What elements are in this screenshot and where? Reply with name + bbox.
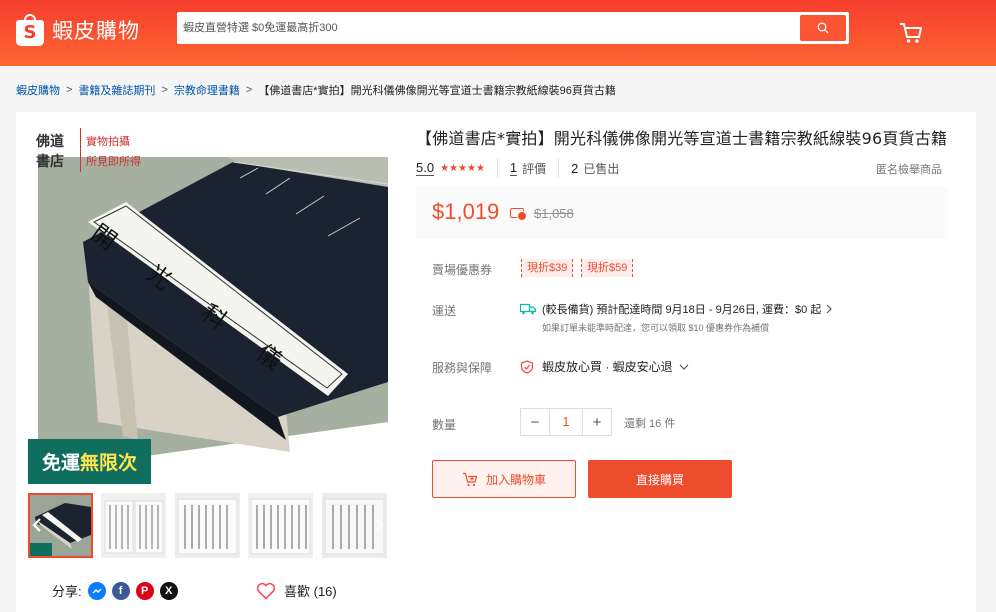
report-link[interactable]: 匿名檢舉商品 [876,161,942,177]
add-cart-icon [462,472,478,486]
reviews-count[interactable]: 1 [509,160,518,176]
truck-icon [520,303,536,315]
chevron-left-icon [32,518,41,532]
logo-text: 蝦皮購物 [52,19,140,43]
shipping-label: 運送 [432,304,457,318]
heart-icon [256,582,276,600]
authentic-note: 實物拍攝 所見即所得 [86,135,141,168]
product-main-image[interactable]: 佛道 書店 實物拍攝 所見即所得 開 光 科 儀 [28,122,388,482]
product-title: 【佛道書店*實拍】開光科儀佛像開光等宣道士書籍宗教紙線裝96頁貨古籍 [416,129,948,148]
add-to-cart-button[interactable]: 加入購物車 [432,460,576,498]
rating-stars-icon: ★★★★★ [440,162,485,174]
guarantee-dropdown[interactable]: 蝦皮放心買 · 蝦皮安心退 [520,358,689,375]
original-price: $1,058 [534,206,574,221]
quantity-stepper: − 1 + [520,408,612,436]
messenger-icon[interactable] [87,581,106,600]
share-row: 分享: f P X [52,581,184,600]
chevron-down-icon [679,364,689,370]
breadcrumb-home[interactable]: 蝦皮購物 [16,82,60,98]
sold-count: 2 [571,160,579,176]
thumbnail-prev-button[interactable] [28,511,46,539]
quantity-label: 數量 [432,418,457,432]
facebook-icon[interactable]: f [111,581,130,600]
discount-tag-icon [510,208,527,221]
voucher-tag[interactable]: 現折$59 [581,259,634,277]
search-bar [177,12,849,44]
breadcrumb-category[interactable]: 書籍及雜誌期刊 [78,82,155,98]
chevron-right-icon [375,518,384,532]
voucher-tag[interactable]: 現折$39 [521,259,574,277]
rating-value[interactable]: 5.0 [416,160,435,176]
quantity-input[interactable]: 1 [549,409,583,435]
reviews-label: 評價 [522,161,547,176]
sold-label: 已售出 [583,161,620,176]
add-to-cart-label: 加入購物車 [485,472,546,487]
shipping-info[interactable]: (較長備貨) 預計配達時間 9月18日 - 9月26日, 運費：$0 起 [520,301,833,317]
shield-icon [520,359,534,374]
chevron-right-icon: > [245,84,253,96]
breadcrumb: 蝦皮購物 > 書籍及雜誌期刊 > 宗教命理書籍 > 【佛道書店*實拍】開光科儀佛… [16,82,616,98]
breadcrumb-current: 【佛道書店*實拍】開光科儀佛像開光等宣道士書籍宗教紙線裝96頁貨古籍 [258,85,616,97]
chevron-right-icon [826,304,833,314]
quantity-decrease-button[interactable]: − [521,409,549,435]
thumbnail-2[interactable] [101,493,166,558]
buy-now-button[interactable]: 直接購買 [588,460,732,498]
shopee-bag-icon: S [16,14,44,46]
store-stamp: 佛道 書店 [36,134,64,170]
x-icon[interactable]: X [159,581,178,600]
thumbnail-strip [28,493,388,559]
vouchers-label: 賣場優惠券 [432,263,493,277]
guarantee-label: 服務與保障 [432,361,493,375]
like-count: 喜歡 (16) [284,584,337,599]
share-label: 分享: [52,584,82,599]
product-card: 佛道 書店 實物拍攝 所見即所得 開 光 科 儀 免運 無限次 分享: f P … [16,112,976,612]
shipping-note: 如果訂單未能準時配達，您可以領取 $10 優惠券作為補償 [542,323,770,333]
search-button[interactable] [800,15,846,41]
pinterest-icon[interactable]: P [135,581,154,600]
breadcrumb-subcategory[interactable]: 宗教命理書籍 [174,82,240,98]
shopee-logo[interactable]: S 蝦皮購物 [16,14,140,46]
top-header: S 蝦皮購物 [0,0,996,66]
shipping-line: (較長備貨) 預計配達時間 9月18日 - 9月26日, 運費：$0 起 [542,304,822,316]
current-price: $1,019 [432,199,500,224]
search-input[interactable] [183,16,793,40]
chevron-right-icon: > [161,84,168,96]
like-button[interactable]: 喜歡 (16) [256,581,337,600]
thumbnail-3[interactable] [175,493,240,558]
chevron-right-icon: > [66,84,73,96]
cart-icon[interactable] [898,20,924,46]
product-stats: 5.0 ★★★★★ 1 評價 2 已售出 匿名檢舉商品 [416,159,946,177]
thumbnail-4[interactable] [248,493,313,558]
free-shipping-badge: 免運 無限次 [28,439,151,484]
stock-remaining: 還剩 16 件 [624,418,676,430]
guarantee-text: 蝦皮放心買 · 蝦皮安心退 [542,360,673,374]
search-icon [817,22,829,34]
price-box: $1,019 $1,058 [416,187,948,239]
quantity-increase-button[interactable]: + [583,409,611,435]
thumbnail-next-button[interactable] [370,511,388,539]
